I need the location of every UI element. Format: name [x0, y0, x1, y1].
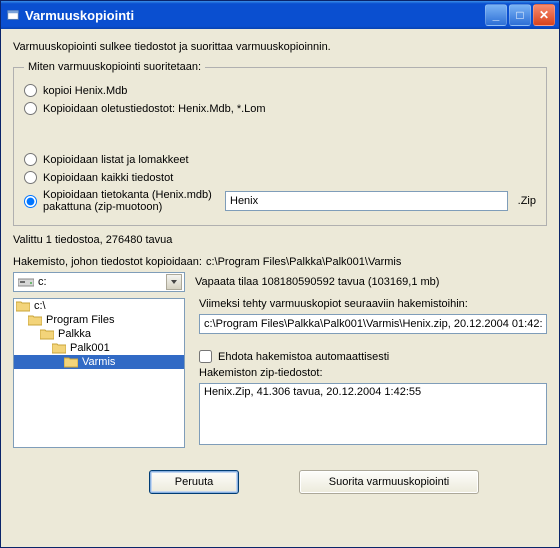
drive-select[interactable]: c: [13, 272, 185, 292]
folder-tree[interactable]: c:\ Program Files Palkka Palk001 Varmis [13, 298, 185, 448]
folder-open-icon [64, 356, 78, 368]
description-text: Varmuuskopiointi sulkee tiedostot ja suo… [13, 41, 547, 53]
target-dir-path: c:\Program Files\Palkka\Palk001\Varmis [206, 256, 401, 268]
backup-mode-group: Miten varmuuskopiointi suoritetaan: kopi… [13, 61, 547, 226]
radio-copy-defaults[interactable] [24, 102, 37, 115]
folder-open-icon [52, 342, 66, 354]
tree-item-root[interactable]: c:\ [14, 299, 184, 313]
tree-item-palk001[interactable]: Palk001 [14, 341, 184, 355]
maximize-button[interactable]: □ [509, 4, 531, 26]
ziplist-label: Hakemiston zip-tiedostot: [199, 367, 547, 379]
list-item[interactable]: Henix.Zip, 41.306 tavua, 20.12.2004 1:42… [204, 386, 542, 398]
zip-suffix-label: .Zip [518, 195, 536, 207]
minimize-button[interactable]: _ [485, 4, 507, 26]
group-legend: Miten varmuuskopiointi suoritetaan: [24, 61, 205, 73]
radio-copy-zip[interactable] [24, 195, 37, 208]
app-icon [5, 7, 21, 23]
radio-copy-lists[interactable] [24, 153, 37, 166]
folder-open-icon [16, 300, 30, 312]
tree-item-palkka[interactable]: Palkka [14, 327, 184, 341]
zip-files-list[interactable]: Henix.Zip, 41.306 tavua, 20.12.2004 1:42… [199, 383, 547, 445]
folder-open-icon [28, 314, 42, 326]
window-title: Varmuuskopiointi [25, 8, 485, 23]
recent-backups-field[interactable] [199, 314, 547, 334]
auto-suggest-checkbox[interactable] [199, 350, 212, 363]
free-space-text: Vapaata tilaa 108180590592 tavua (103169… [195, 276, 439, 288]
close-button[interactable]: ✕ [533, 4, 555, 26]
radio-copy-all[interactable] [24, 171, 37, 184]
radio-copy-zip-label: Kopioidaan tietokanta (Henix.mdb) pakatt… [43, 189, 219, 213]
radio-copy-henix[interactable] [24, 84, 37, 97]
folder-open-icon [40, 328, 54, 340]
chevron-down-icon [166, 274, 182, 290]
target-dir-label: Hakemisto, johon tiedostot kopioidaan: [13, 256, 202, 268]
radio-copy-all-label: Kopioidaan kaikki tiedostot [43, 172, 173, 184]
drive-icon [18, 276, 34, 288]
selection-summary: Valittu 1 tiedostoa, 276480 tavua [13, 234, 547, 246]
drive-label: c: [38, 276, 166, 288]
titlebar[interactable]: Varmuuskopiointi _ □ ✕ [1, 1, 559, 29]
recent-backups-label: Viimeksi tehty varmuuskopiot seuraaviin … [199, 298, 547, 310]
zip-name-input[interactable] [225, 191, 508, 211]
run-backup-button[interactable]: Suorita varmuuskopiointi [299, 470, 479, 494]
radio-copy-defaults-label: Kopioidaan oletustiedostot: Henix.Mdb, *… [43, 103, 266, 115]
tree-item-varmis[interactable]: Varmis [14, 355, 184, 369]
backup-window: Varmuuskopiointi _ □ ✕ Varmuuskopiointi … [0, 0, 560, 548]
auto-suggest-label: Ehdota hakemistoa automaattisesti [218, 351, 389, 363]
radio-copy-henix-label: kopioi Henix.Mdb [43, 85, 127, 97]
cancel-button[interactable]: Peruuta [149, 470, 239, 494]
tree-item-program-files[interactable]: Program Files [14, 313, 184, 327]
radio-copy-lists-label: Kopioidaan listat ja lomakkeet [43, 154, 189, 166]
